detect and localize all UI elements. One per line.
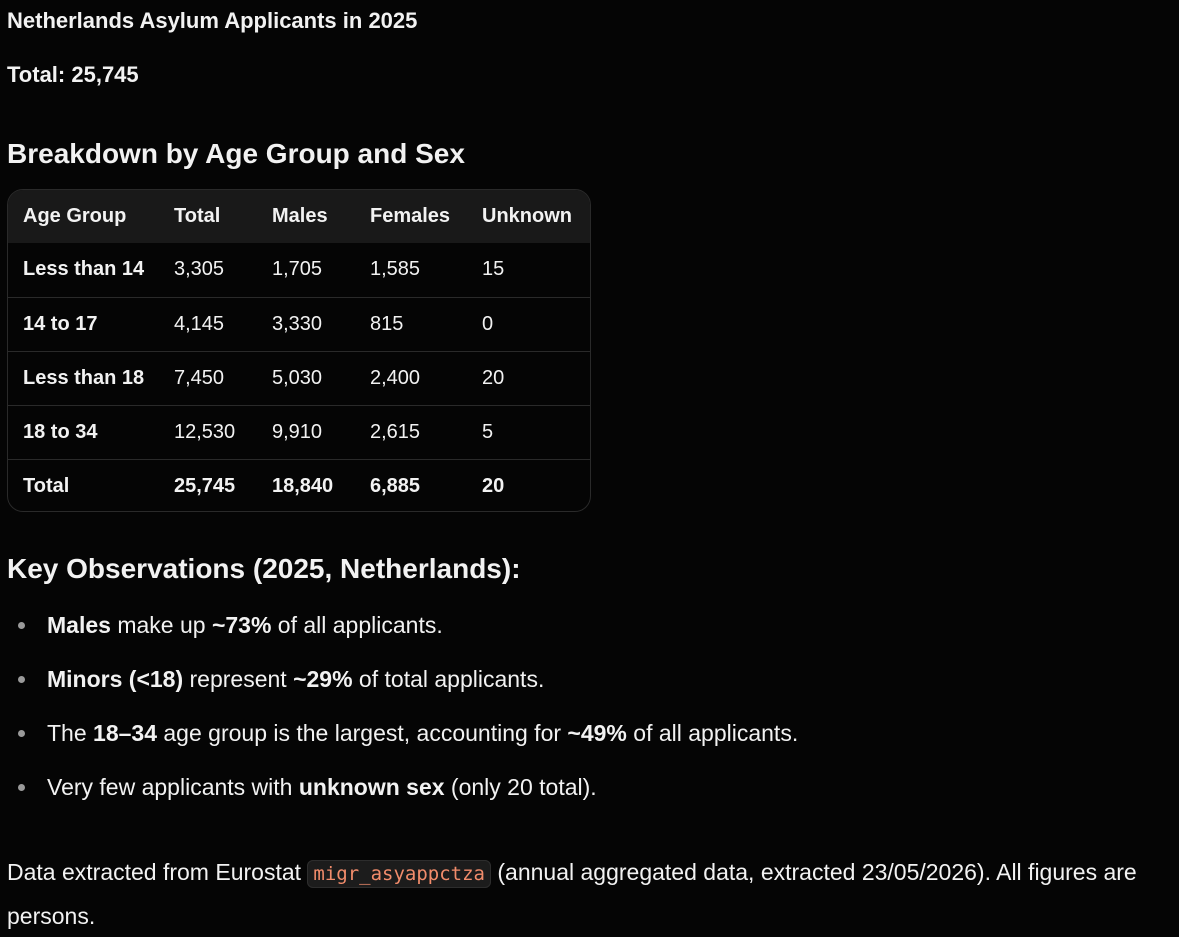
- list-item: Very few applicants with unknown sex (on…: [7, 760, 1167, 814]
- table-cell: 20: [482, 351, 590, 406]
- body-text: The: [47, 720, 94, 746]
- emphasis-text: ~29%: [293, 666, 353, 692]
- breakdown-table: Age Group Total Males Females Unknown Le…: [8, 190, 590, 511]
- footer-text: Data extracted from Eurostat: [7, 859, 308, 885]
- total-summary: Total: 25,745: [7, 62, 139, 87]
- bullet-icon: [18, 784, 25, 791]
- column-header: Females: [370, 205, 451, 227]
- observations-heading: Key Observations (2025, Netherlands):: [7, 553, 521, 584]
- table-cell: 0: [482, 297, 590, 352]
- row-label: Total: [23, 474, 70, 497]
- table-row: 14 to 17 4,145 3,330 815 0: [8, 297, 590, 352]
- page-title: Netherlands Asylum Applicants in 2025: [7, 8, 418, 33]
- emphasis-text: 18–34: [93, 720, 157, 746]
- row-label: 14 to 17: [8, 297, 174, 352]
- table-total-row: Total 25,745 18,840 6,885 20: [8, 459, 590, 511]
- row-label: 18 to 34: [8, 405, 174, 460]
- table-cell: 6,885: [370, 474, 421, 497]
- table-cell: 15: [482, 243, 590, 298]
- bullet-icon: [18, 730, 25, 737]
- table-cell: 2,400: [370, 351, 482, 406]
- body-text: of total applicants.: [352, 666, 545, 692]
- emphasis-text: ~73%: [211, 612, 272, 638]
- row-label: Less than 18: [8, 351, 174, 406]
- dataset-code: migr_asyappctza: [307, 860, 491, 888]
- table-cell: 5: [482, 405, 590, 460]
- table-cell: 18,840: [272, 474, 334, 497]
- bullet-icon: [18, 676, 25, 683]
- body-text: of all applicants.: [626, 720, 799, 746]
- emphasis-text: ~49%: [567, 720, 627, 746]
- table-cell: 1,585: [370, 243, 482, 298]
- table-cell: 5,030: [272, 351, 370, 406]
- list-item: The 18–34 age group is the largest, acco…: [7, 706, 1167, 760]
- list-item: Males make up ~73% of all applicants.: [7, 598, 1167, 652]
- table-cell: 20: [482, 474, 505, 497]
- body-text: age group is the largest, accounting for: [157, 720, 568, 746]
- breakdown-table-container: Age Group Total Males Females Unknown Le…: [7, 189, 591, 512]
- body-text: represent: [183, 666, 294, 692]
- table-cell: 1,705: [272, 243, 370, 298]
- column-header: Total: [174, 205, 221, 227]
- emphasis-text: Minors (<18): [47, 666, 184, 692]
- body-text: Very few applicants with: [47, 774, 299, 800]
- column-header: Age Group: [23, 205, 127, 227]
- table-cell: 3,305: [174, 243, 272, 298]
- list-item: Minors (<18) represent ~29% of total app…: [7, 652, 1167, 706]
- table-cell: 9,910: [272, 405, 370, 460]
- emphasis-text: unknown sex: [298, 774, 445, 800]
- body-text: of all applicants.: [271, 612, 443, 638]
- table-cell: 3,330: [272, 297, 370, 352]
- table-row: 18 to 34 12,530 9,910 2,615 5: [8, 405, 590, 460]
- column-header: Unknown: [482, 205, 572, 227]
- row-label: Less than 14: [8, 243, 174, 298]
- table-row: Less than 14 3,305 1,705 1,585 15: [8, 243, 590, 298]
- table-row: Less than 18 7,450 5,030 2,400 20: [8, 351, 590, 406]
- table-cell: 7,450: [174, 351, 272, 406]
- table-cell: 25,745: [174, 474, 236, 497]
- table-cell: 4,145: [174, 297, 272, 352]
- body-text: make up: [110, 612, 212, 638]
- emphasis-text: Males: [47, 612, 111, 638]
- table-cell: 12,530: [174, 405, 272, 460]
- table-header-row: Age Group Total Males Females Unknown: [8, 190, 590, 243]
- body-text: (only 20 total).: [444, 774, 597, 800]
- observations-list: Males make up ~73% of all applicants. Mi…: [7, 598, 1167, 814]
- bullet-icon: [18, 622, 25, 629]
- breakdown-heading: Breakdown by Age Group and Sex: [7, 138, 465, 169]
- column-header: Males: [272, 205, 328, 227]
- table-cell: 815: [370, 297, 482, 352]
- table-cell: 2,615: [370, 405, 482, 460]
- source-note: Data extracted from Eurostat migr_asyapp…: [7, 851, 1147, 937]
